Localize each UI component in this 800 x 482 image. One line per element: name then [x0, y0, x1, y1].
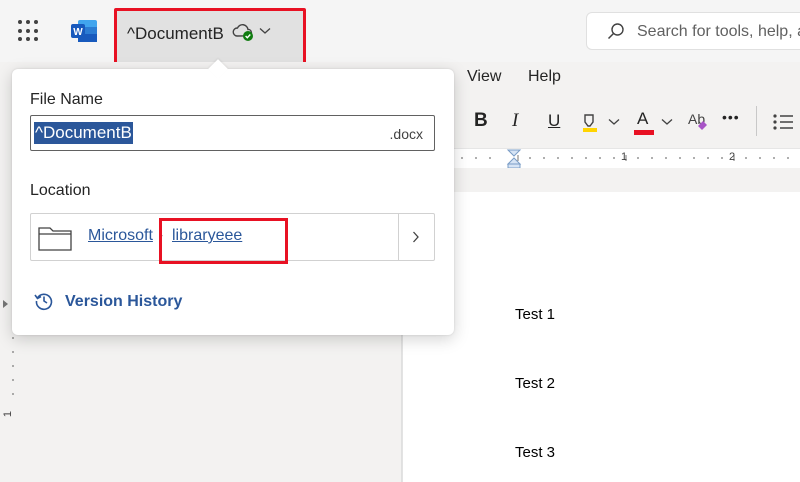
search-placeholder: Search for tools, help, a: [637, 23, 800, 40]
paragraph-3[interactable]: Test 3: [515, 444, 555, 461]
italic-button[interactable]: I: [512, 110, 518, 132]
search-icon: [607, 23, 624, 40]
font-color-button[interactable]: A: [637, 109, 648, 129]
paragraph-2[interactable]: Test 2: [515, 375, 555, 392]
paragraph-1[interactable]: Test 1: [515, 306, 555, 323]
location-label: Location: [30, 182, 91, 199]
history-icon[interactable]: [34, 291, 54, 311]
ruler-label-2: 2: [729, 151, 736, 163]
highlighter-icon[interactable]: [580, 112, 602, 134]
font-color-swatch: [634, 130, 654, 135]
cloud-saved-icon: [232, 24, 253, 41]
file-extension: .docx: [389, 126, 423, 142]
document-title: ^DocumentB: [127, 24, 224, 43]
title-bar: W ^DocumentB Search for tools, help, a: [0, 0, 800, 68]
font-color-chevron-icon[interactable]: [661, 118, 673, 126]
svg-text:W: W: [73, 27, 83, 38]
document-page[interactable]: Test 1 Test 2 Test 3: [402, 192, 800, 482]
document-title-button[interactable]: ^DocumentB: [114, 8, 306, 68]
word-logo-icon[interactable]: W: [70, 19, 98, 43]
location-expand-button[interactable]: [398, 214, 434, 260]
file-name-label: File Name: [30, 91, 103, 108]
highlight-chevron-icon[interactable]: [608, 118, 620, 126]
library-annotation-box: [159, 218, 288, 264]
bold-button[interactable]: B: [474, 110, 488, 132]
file-name-input[interactable]: ^DocumentB .docx: [30, 115, 435, 151]
folder-icon: [38, 227, 72, 251]
ruler-label-1: 1: [621, 151, 628, 163]
clear-formatting-icon[interactable]: Ab: [686, 110, 712, 134]
file-info-popup: File Name ^DocumentB .docx Location Micr…: [12, 59, 454, 335]
search-box[interactable]: Search for tools, help, a: [586, 12, 800, 50]
underline-button[interactable]: U: [548, 111, 560, 131]
file-name-value[interactable]: ^DocumentB: [34, 122, 133, 144]
more-options-button[interactable]: •••: [722, 109, 740, 125]
breadcrumb-microsoft[interactable]: Microsoft: [88, 227, 153, 245]
app-launcher-icon[interactable]: [18, 20, 40, 42]
tab-help[interactable]: Help: [528, 68, 561, 86]
chevron-down-icon: [259, 28, 271, 34]
bullet-list-icon[interactable]: [772, 112, 794, 132]
version-history-link[interactable]: Version History: [65, 293, 182, 311]
ruler-gutter: [454, 168, 800, 192]
horizontal-ruler: 1 2: [454, 148, 800, 169]
tab-view[interactable]: View: [467, 68, 501, 86]
vertical-ruler-label-1: 1: [2, 410, 15, 418]
chevron-right-icon: [413, 231, 419, 243]
ribbon-divider: [756, 106, 757, 136]
